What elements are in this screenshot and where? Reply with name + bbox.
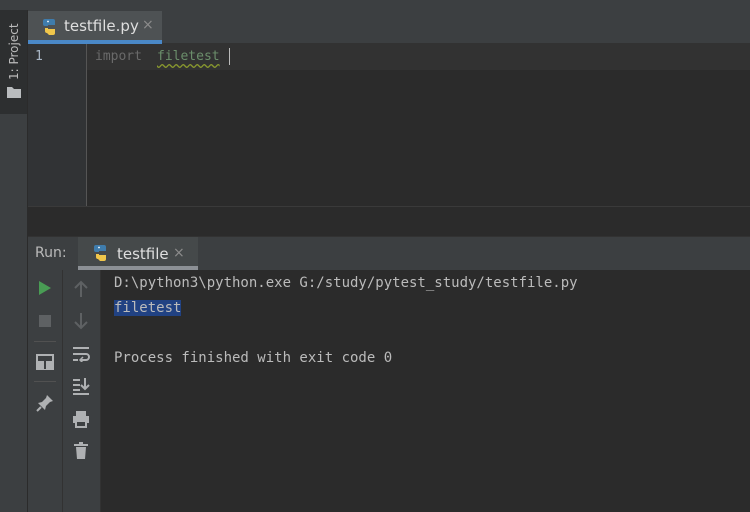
selected-output-text[interactable]: filetest (114, 300, 182, 316)
soft-wrap-icon[interactable] (72, 346, 90, 362)
print-icon[interactable] (72, 410, 90, 428)
editor-empty-area[interactable] (28, 206, 750, 237)
toolbar-separator (34, 341, 56, 342)
python-icon (94, 245, 106, 261)
stop-icon[interactable] (38, 314, 52, 328)
run-console[interactable] (101, 270, 750, 512)
close-run-tab-icon[interactable]: × (173, 245, 185, 261)
text-caret (229, 48, 230, 65)
code-module-name[interactable]: filetest (157, 49, 220, 64)
run-toolbar-primary (28, 270, 63, 512)
scroll-to-end-icon[interactable] (72, 377, 90, 395)
arrow-up-icon[interactable] (73, 280, 89, 298)
run-panel-label: Run: (35, 245, 67, 261)
toolbar-separator (34, 381, 56, 382)
editor-tab-filename: testfile.py (64, 17, 139, 35)
layout-icon[interactable] (36, 354, 54, 370)
trash-icon[interactable] (73, 442, 89, 460)
arrow-down-icon[interactable] (73, 312, 89, 330)
python-file-icon (43, 19, 55, 35)
console-exit-message: Process finished with exit code 0 (114, 350, 393, 366)
folder-icon (7, 87, 21, 98)
code-keyword-import[interactable]: import (95, 49, 142, 64)
pin-icon[interactable] (36, 394, 54, 412)
run-tab-title: testfile (117, 245, 169, 263)
project-tab-label: 1: Project (7, 23, 21, 80)
console-output-line: filetest (114, 300, 182, 316)
play-icon[interactable] (38, 280, 52, 296)
editor-gutter (28, 44, 87, 206)
console-command-line: D:\python3\python.exe G:/study/pytest_st… (114, 275, 578, 291)
close-tab-icon[interactable]: × (142, 17, 154, 33)
line-number: 1 (35, 49, 43, 64)
